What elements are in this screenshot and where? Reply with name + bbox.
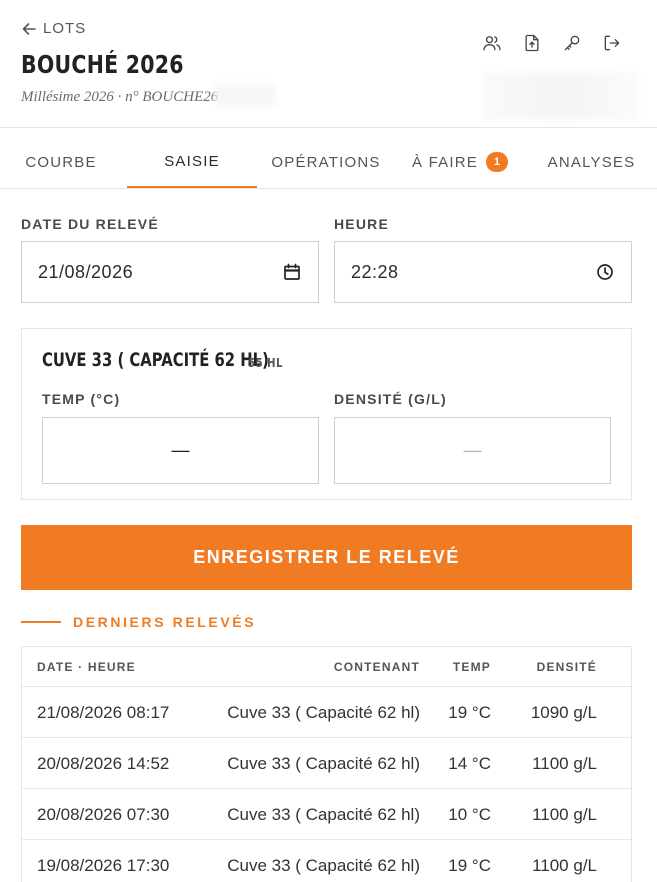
file-upload-icon (525, 34, 539, 52)
cell-container: Cuve 33 ( Capacité 62 hl) (227, 805, 420, 824)
cell-temp: 14 °C (448, 754, 491, 773)
column-header-date: DATE · HEURE (37, 660, 136, 674)
cell-density: 1100 g/L (532, 805, 597, 824)
users-button[interactable] (481, 32, 503, 54)
logout-button[interactable] (601, 32, 623, 54)
tab-label: À FAIRE (412, 153, 478, 171)
table-row[interactable]: 20/08/2026 14:52 Cuve 33 ( Capacité 62 h… (22, 738, 631, 789)
time-field-label: HEURE (334, 216, 390, 232)
readings-table: DATE · HEURE CONTENANT TEMP DENSITÉ 21/0… (21, 646, 632, 882)
tab-label: SAISIE (164, 152, 220, 170)
table-row[interactable]: 21/08/2026 08:17 Cuve 33 ( Capacité 62 h… (22, 687, 631, 738)
cell-temp: 19 °C (448, 856, 491, 875)
cell-date: 20/08/2026 07:30 (37, 805, 170, 824)
cell-temp: 10 °C (448, 805, 491, 824)
cell-date: 21/08/2026 08:17 (37, 703, 170, 722)
cell-temp: 19 °C (448, 703, 491, 722)
export-file-button[interactable] (521, 32, 543, 54)
tab-saisie[interactable]: SAISIE (127, 136, 257, 188)
cell-date: 19/08/2026 17:30 (37, 856, 170, 875)
date-value: 21/08/2026 (38, 261, 134, 282)
tank-title: CUVE 33 ( CAPACITÉ 62 HL) (42, 349, 269, 371)
access-key-button[interactable] (561, 32, 583, 54)
calendar-icon[interactable] (283, 263, 301, 281)
date-input[interactable]: 21/08/2026 (21, 241, 319, 303)
header-actions (481, 32, 623, 54)
tab-label: ANALYSES (547, 153, 636, 171)
save-reading-button[interactable]: ENREGISTRER LE RELEVÉ (21, 525, 632, 590)
tab-analyses[interactable]: ANALYSES (530, 136, 653, 188)
cell-date: 20/08/2026 14:52 (37, 754, 170, 773)
table-row[interactable]: 19/08/2026 17:30 Cuve 33 ( Capacité 62 h… (22, 840, 631, 882)
column-header-density: DENSITÉ (536, 660, 597, 674)
history-title: DERNIERS RELEVÉS (73, 614, 257, 630)
temperature-input[interactable]: — (42, 417, 319, 484)
density-field-label: DENSITÉ (G/L) (334, 391, 447, 407)
back-link-label: LOTS (43, 20, 87, 37)
temp-field-label: TEMP (°C) (42, 391, 121, 407)
tab-label: COURBE (25, 153, 97, 171)
temperature-placeholder: — (171, 440, 190, 460)
users-icon (483, 36, 501, 51)
time-input[interactable]: 22:28 (334, 241, 632, 303)
tab-label: OPÉRATIONS (271, 153, 381, 171)
page-header: LOTS BOUCHÉ 2026 Millésime 2026 · n° BOU… (0, 0, 657, 128)
cell-container: Cuve 33 ( Capacité 62 hl) (227, 856, 420, 875)
density-placeholder: — (463, 440, 482, 460)
cell-density: 1090 g/L (530, 703, 597, 722)
tab-operations[interactable]: OPÉRATIONS (262, 136, 390, 188)
lot-tabs: COURBE SAISIE OPÉRATIONS À FAIRE 1 ANALYS… (0, 136, 657, 189)
cell-container: Cuve 33 ( Capacité 62 hl) (227, 703, 420, 722)
todo-count-badge: 1 (485, 152, 508, 172)
heading-rule (21, 621, 61, 623)
time-value: 22:28 (351, 261, 399, 282)
cell-density: 1100 g/L (532, 856, 597, 875)
logout-icon (604, 35, 620, 51)
date-field-label: DATE DU RELEVÉ (21, 216, 159, 232)
page-subtitle: Millésime 2026 · n° BOUCHE26 (21, 89, 219, 105)
history-section-heading: DERNIERS RELEVÉS (21, 614, 256, 630)
column-header-container: CONTENANT (333, 660, 420, 674)
tank-volume: 55 HL (248, 356, 283, 370)
clock-icon[interactable] (596, 263, 614, 281)
column-header-temp: TEMP (452, 660, 491, 674)
table-header: DATE · HEURE CONTENANT TEMP DENSITÉ (22, 647, 631, 687)
blurred-placeholder (483, 72, 638, 120)
page-title: BOUCHÉ 2026 (21, 50, 184, 79)
tab-a-faire[interactable]: À FAIRE 1 (400, 136, 520, 188)
blurred-placeholder (215, 84, 275, 106)
tab-courbe[interactable]: COURBE (0, 136, 122, 188)
density-input[interactable]: — (334, 417, 611, 484)
back-to-lots-link[interactable]: LOTS (22, 20, 86, 37)
arrow-left-icon (22, 22, 36, 35)
tank-reading-card: CUVE 33 ( CAPACITÉ 62 HL) 55 HL TEMP (°C… (21, 328, 632, 500)
cell-container: Cuve 33 ( Capacité 62 hl) (227, 754, 420, 773)
table-row[interactable]: 20/08/2026 07:30 Cuve 33 ( Capacité 62 h… (22, 789, 631, 840)
cell-density: 1100 g/L (532, 754, 597, 773)
key-icon (564, 35, 580, 51)
